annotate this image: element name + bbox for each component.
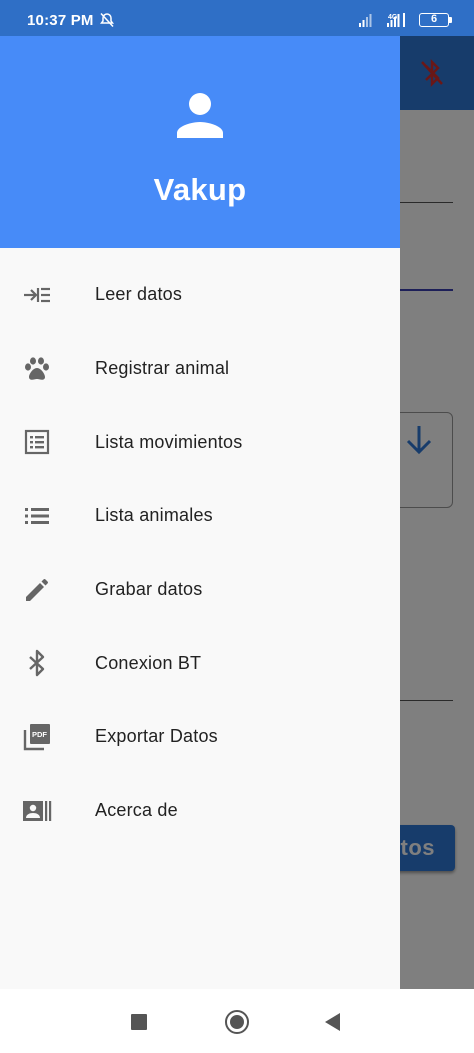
input-arrow-icon bbox=[22, 280, 52, 310]
menu-item-label: Conexion BT bbox=[95, 652, 202, 673]
recents-button[interactable] bbox=[131, 1014, 147, 1030]
system-nav-bar bbox=[0, 989, 474, 1053]
menu-item-label: Lista animales bbox=[95, 505, 213, 526]
menu-item-label: Grabar datos bbox=[95, 579, 203, 600]
svg-text:PDF: PDF bbox=[32, 730, 47, 739]
menu-item-acerca-de[interactable]: Acerca de bbox=[0, 774, 400, 848]
bluetooth-icon bbox=[22, 648, 52, 678]
home-button[interactable] bbox=[225, 1010, 249, 1034]
menu-item-conexion-bt[interactable]: Conexion BT bbox=[0, 626, 400, 700]
menu-item-leer-datos[interactable]: Leer datos bbox=[0, 258, 400, 332]
drawer-title: Vakup bbox=[153, 172, 247, 207]
menu-item-lista-movimientos[interactable]: Lista movimientos bbox=[0, 405, 400, 479]
menu-item-exportar-datos[interactable]: PDF Exportar Datos bbox=[0, 700, 400, 774]
contact-card-icon bbox=[22, 796, 52, 826]
menu-item-registrar-animal[interactable]: Registrar animal bbox=[0, 332, 400, 406]
battery-level: 6 bbox=[430, 13, 438, 25]
back-button[interactable] bbox=[325, 1013, 340, 1031]
menu-item-label: Leer datos bbox=[95, 284, 183, 305]
menu-item-label: Lista movimientos bbox=[95, 431, 243, 452]
status-bar: 10:37 PM 4G 6 bbox=[0, 0, 474, 36]
status-time: 10:37 PM bbox=[27, 12, 94, 29]
paw-icon bbox=[22, 354, 52, 384]
menu-item-label: Acerca de bbox=[95, 800, 178, 821]
list-icon bbox=[22, 501, 52, 531]
battery-icon: 6 bbox=[419, 13, 452, 27]
menu-item-label: Exportar Datos bbox=[95, 726, 218, 747]
navigation-drawer: Vakup Leer datos Registrar animal Lista … bbox=[0, 36, 400, 989]
menu-item-label: Registrar animal bbox=[95, 358, 230, 379]
menu-item-grabar-datos[interactable]: Grabar datos bbox=[0, 553, 400, 627]
pencil-icon bbox=[22, 575, 52, 605]
alarm-off-icon bbox=[99, 12, 115, 28]
drawer-header: Vakup bbox=[0, 36, 400, 248]
signal-icon: 4G bbox=[359, 12, 415, 28]
home-icon bbox=[230, 1015, 244, 1029]
drawer-menu: Leer datos Registrar animal Lista movimi… bbox=[0, 258, 400, 848]
svg-text:4G: 4G bbox=[388, 14, 398, 21]
list-alt-icon bbox=[22, 427, 52, 457]
menu-item-lista-animales[interactable]: Lista animales bbox=[0, 479, 400, 553]
person-icon bbox=[177, 92, 223, 138]
pdf-icon: PDF bbox=[22, 722, 52, 752]
